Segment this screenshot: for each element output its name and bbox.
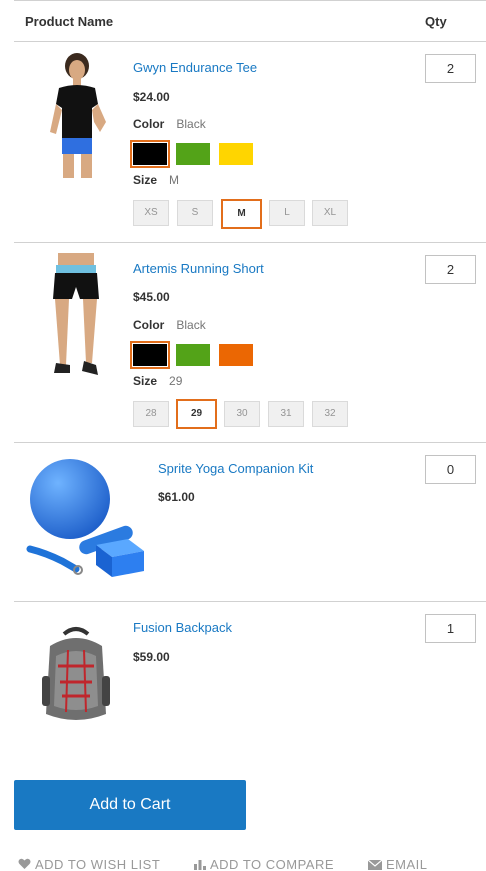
- product-price: $45.00: [133, 290, 170, 304]
- size-option-31[interactable]: 31: [268, 401, 304, 427]
- size-selected-value: 29: [169, 374, 183, 388]
- add-to-wishlist-link[interactable]: ADD TO WISH LIST: [18, 857, 160, 871]
- table-row: Sprite Yoga Companion Kit $61.00: [14, 443, 486, 602]
- color-label: Color: [133, 117, 165, 131]
- product-name-link[interactable]: Fusion Backpack: [133, 620, 232, 635]
- color-swatch-orange[interactable]: [219, 344, 253, 366]
- column-header-product-name: Product Name: [25, 14, 114, 29]
- heart-icon: [18, 858, 31, 869]
- table-row: Fusion Backpack $59.00: [14, 602, 486, 742]
- envelope-icon: [367, 859, 383, 870]
- product-name-link[interactable]: Sprite Yoga Companion Kit: [158, 461, 313, 476]
- color-attribute: Color Black: [133, 318, 206, 332]
- product-name-link[interactable]: Gwyn Endurance Tee: [133, 60, 257, 75]
- color-swatch-black[interactable]: [130, 341, 170, 369]
- product-image-tee[interactable]: [32, 52, 122, 184]
- color-selected-value: Black: [176, 117, 206, 131]
- size-option-32[interactable]: 32: [312, 401, 348, 427]
- bar-chart-icon: [194, 860, 206, 870]
- qty-input[interactable]: [425, 54, 476, 83]
- size-option-xs[interactable]: XS: [133, 200, 169, 226]
- color-swatch-green[interactable]: [176, 344, 210, 366]
- size-option-m[interactable]: M: [221, 199, 262, 229]
- product-price: $61.00: [158, 490, 195, 504]
- color-attribute: Color Black: [133, 117, 206, 131]
- size-option-28[interactable]: 28: [133, 401, 169, 427]
- table-row: Gwyn Endurance Tee $24.00 Color Black Siz…: [14, 42, 486, 243]
- size-option-xl[interactable]: XL: [312, 200, 348, 226]
- size-selected-value: M: [169, 173, 180, 187]
- wishlist-label: ADD TO WISH LIST: [35, 857, 161, 871]
- size-option-l[interactable]: L: [269, 200, 305, 226]
- size-label: Size: [133, 173, 158, 187]
- product-price: $24.00: [133, 90, 170, 104]
- product-image-shorts[interactable]: [36, 253, 116, 385]
- size-attribute: Size M: [133, 173, 179, 187]
- qty-input[interactable]: [425, 455, 476, 484]
- size-option-30[interactable]: 30: [224, 401, 260, 427]
- add-to-cart-button[interactable]: Add to Cart: [14, 780, 246, 830]
- email-label: EMAIL: [386, 857, 428, 871]
- size-option-29[interactable]: 29: [176, 399, 217, 429]
- product-name-link[interactable]: Artemis Running Short: [133, 261, 264, 276]
- product-image-yoga-kit[interactable]: [26, 457, 148, 579]
- color-label: Color: [133, 318, 165, 332]
- table-row: Artemis Running Short $45.00 Color Black …: [14, 243, 486, 443]
- column-header-qty: Qty: [425, 14, 447, 29]
- email-link[interactable]: EMAIL: [367, 857, 428, 871]
- color-swatch-green[interactable]: [176, 143, 210, 165]
- color-swatch-yellow[interactable]: [219, 143, 253, 165]
- size-option-s[interactable]: S: [177, 200, 213, 226]
- color-swatch-black[interactable]: [130, 140, 170, 168]
- size-attribute: Size 29: [133, 374, 182, 388]
- color-selected-value: Black: [176, 318, 206, 332]
- add-to-compare-link[interactable]: ADD TO COMPARE: [194, 857, 334, 871]
- product-image-backpack[interactable]: [38, 626, 114, 726]
- product-price: $59.00: [133, 650, 170, 664]
- qty-input[interactable]: [425, 255, 476, 284]
- size-label: Size: [133, 374, 158, 388]
- table-header: Product Name Qty: [14, 0, 486, 42]
- qty-input[interactable]: [425, 614, 476, 643]
- compare-label: ADD TO COMPARE: [210, 857, 335, 871]
